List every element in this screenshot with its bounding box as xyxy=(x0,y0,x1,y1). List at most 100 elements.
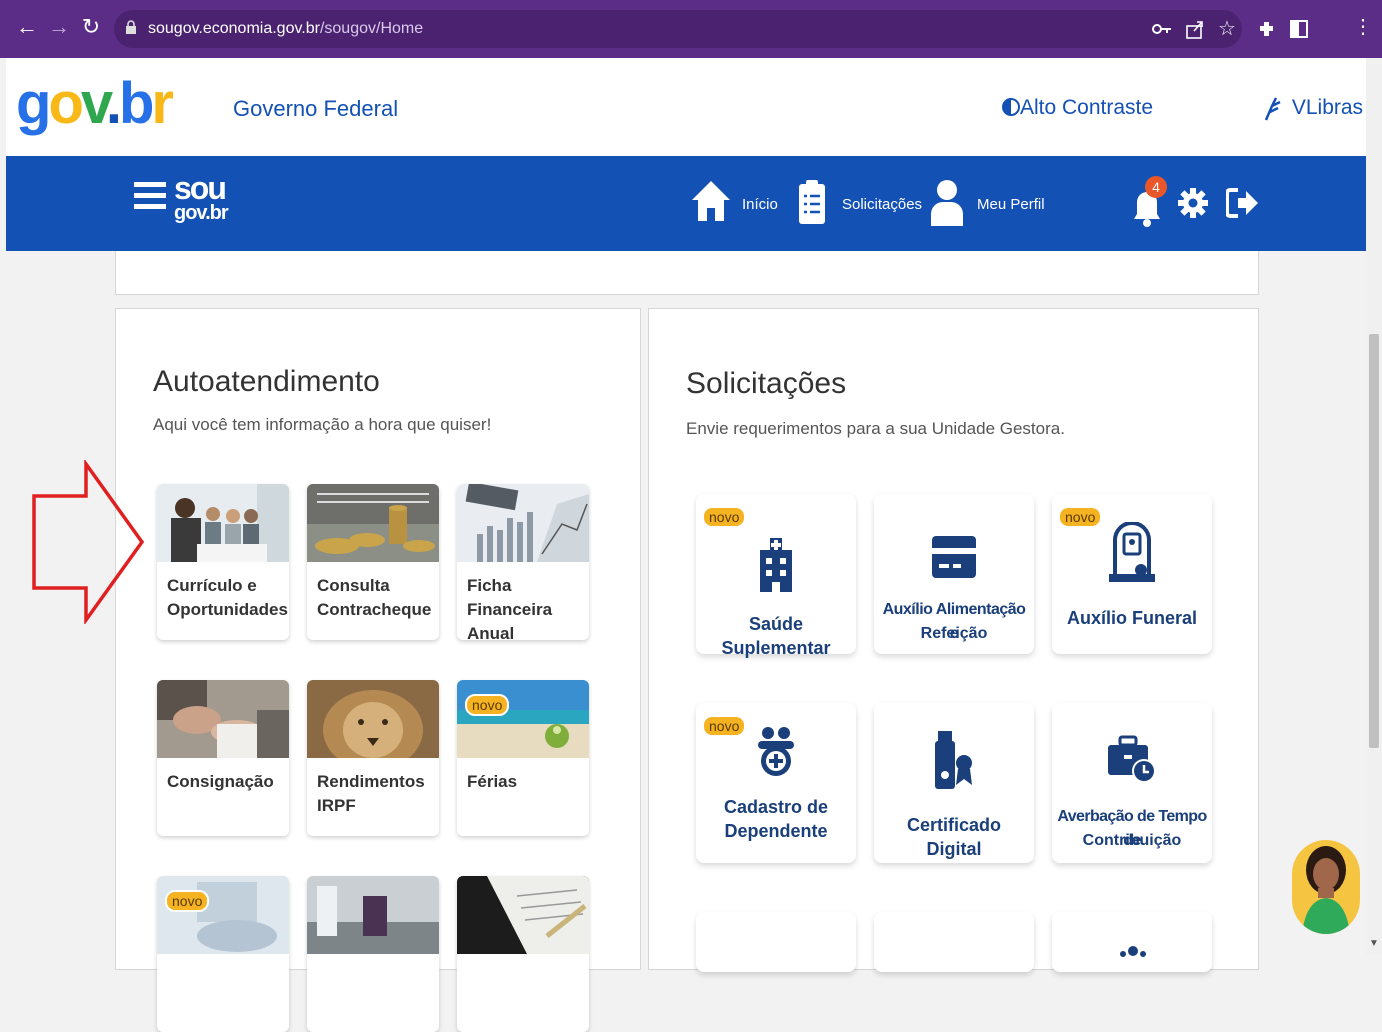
novo-badge: novo xyxy=(702,715,747,737)
tile-contracheque[interactable]: Consulta Contracheque xyxy=(307,484,439,640)
main-navbar: sou gov.br Início Solicitações Meu Perfi… xyxy=(6,156,1382,251)
hospital-icon xyxy=(760,538,792,592)
avatar-figure xyxy=(1302,846,1350,934)
briefcase-clock-icon xyxy=(1108,735,1156,783)
tile-rendimentos-irpf[interactable]: Rendimentos IRPF xyxy=(307,680,439,836)
card-auxilio-funeral[interactable]: novo Auxílio Funeral xyxy=(1052,494,1212,654)
card-label-line2: Contribuição xyxy=(1082,832,1182,849)
govbr-logo[interactable]: gov.br xyxy=(16,70,174,137)
autoatendimento-subtitle: Aqui você tem informação a hora que quis… xyxy=(153,415,492,434)
novo-badge: novo xyxy=(465,694,510,716)
home-icon[interactable] xyxy=(690,178,732,224)
card-icon xyxy=(932,536,976,578)
gear-icon[interactable] xyxy=(1178,188,1208,218)
card-label-line2: Dependente xyxy=(724,821,828,841)
curriculo-photo xyxy=(157,484,289,562)
tile-label-line2: Anual xyxy=(467,624,515,640)
clipboard-icon[interactable] xyxy=(798,178,826,226)
tile-label-line2: Oportunidades xyxy=(167,600,288,619)
url-host: sougov.economia.gov.br xyxy=(148,20,320,37)
sidepanel-icon[interactable] xyxy=(1288,18,1310,40)
tile-ferias[interactable]: novo Férias xyxy=(457,680,589,836)
address-bar[interactable]: sougov.economia.gov.br/sougov/Home xyxy=(114,10,1242,48)
vlibras-button[interactable]: VLibras xyxy=(1262,94,1363,122)
alto-contraste-label: Alto Contraste xyxy=(1020,96,1154,119)
browser-menu-icon[interactable]: ⋮ xyxy=(1350,14,1376,40)
nav-inicio[interactable]: Início xyxy=(742,196,778,213)
tile-consignacao[interactable]: Consignação xyxy=(157,680,289,836)
card-averbacao-tempo[interactable]: Averbação de Tempo de Contribuição xyxy=(1052,703,1212,863)
extensions-icon[interactable] xyxy=(1256,18,1278,40)
tile-label-line1: Consulta xyxy=(317,576,390,595)
alto-contraste-button[interactable]: Alto Contraste xyxy=(1002,96,1153,120)
nav-meu-perfil[interactable]: Meu Perfil xyxy=(977,196,1045,213)
dependent-icon xyxy=(758,727,794,776)
page: gov.br Governo Federal Alto Contraste VL… xyxy=(6,58,1382,1032)
back-icon[interactable]: ← xyxy=(14,14,40,40)
novo-badge: novo xyxy=(165,890,210,912)
browser-toolbar: ← → ↻ sougov.economia.gov.br/sougov/Home… xyxy=(0,0,1382,58)
card-label-line1: Cadastro de xyxy=(723,797,829,817)
lion-photo xyxy=(307,680,439,758)
tile-label-line1: Férias xyxy=(467,772,518,791)
handshake-photo xyxy=(157,680,289,758)
red-annotation-arrow xyxy=(32,460,145,624)
sougov-logo-bottom[interactable]: gov.br xyxy=(174,202,229,225)
group-icon xyxy=(1120,946,1146,957)
beach-photo xyxy=(457,680,589,758)
lock-icon xyxy=(126,20,136,34)
user-icon[interactable] xyxy=(930,178,964,226)
card-cadastro-dependente[interactable]: novo Cadastro de Dependente xyxy=(696,703,856,863)
tile-label-line1: Ficha Financeira xyxy=(467,576,553,619)
tile-document[interactable] xyxy=(457,876,589,1032)
tile-medical[interactable]: novo xyxy=(157,876,289,1032)
nav-solicitacoes[interactable]: Solicitações xyxy=(842,196,922,213)
office-photo xyxy=(307,876,439,954)
page-scrollbar[interactable]: ▼ xyxy=(1366,58,1382,955)
reload-icon[interactable]: ↻ xyxy=(78,14,104,40)
vlibras-label: VLibras xyxy=(1291,96,1364,119)
share-icon[interactable] xyxy=(1184,18,1206,40)
scrollbar-thumb[interactable] xyxy=(1369,334,1379,748)
card-saude-suplementar[interactable]: novo Saúde Suplementar xyxy=(696,494,856,658)
governo-federal-label[interactable]: Governo Federal xyxy=(233,96,398,122)
gov-header: gov.br Governo Federal Alto Contraste VL… xyxy=(6,58,1382,156)
top-card xyxy=(115,251,1259,295)
card-certificado-digital[interactable]: Certificado Digital xyxy=(874,703,1034,863)
bookmark-star-icon[interactable]: ☆ xyxy=(1214,16,1240,42)
card-label-line1: Certificado Digital xyxy=(906,815,1002,859)
autoatendimento-panel: Autoatendimento Aqui você tem informação… xyxy=(115,308,641,1032)
scroll-down-icon[interactable]: ▼ xyxy=(1369,938,1379,949)
vlibras-avatar[interactable] xyxy=(1292,840,1360,934)
sign-language-icon xyxy=(1264,97,1281,121)
tile-label-line2: IRPF xyxy=(317,796,356,815)
coins-photo xyxy=(307,484,439,562)
card-auxilio-alimentacao[interactable]: Auxílio Alimentação e Refeição xyxy=(874,494,1034,654)
medical-photo xyxy=(157,876,289,954)
tile-label-line2: Contracheque xyxy=(317,600,432,619)
certificate-icon xyxy=(935,731,972,789)
solicitacoes-title: Solicitações xyxy=(686,367,847,400)
funeral-icon xyxy=(1109,522,1155,582)
novo-badge: novo xyxy=(1058,506,1103,528)
card-label-line1: Saúde Suplementar xyxy=(721,614,831,658)
signing-photo xyxy=(457,876,589,954)
solicitacoes-subtitle: Envie requerimentos para a sua Unidade G… xyxy=(686,419,1065,438)
card-label-line1: Auxílio Funeral xyxy=(1066,608,1198,628)
card-partial-1[interactable] xyxy=(696,912,856,972)
card-label-line2: Refeição xyxy=(920,625,988,642)
hamburger-menu-icon[interactable] xyxy=(134,178,166,214)
key-icon[interactable] xyxy=(1151,18,1173,40)
tile-office[interactable] xyxy=(307,876,439,1032)
tile-label-line1: Consignação xyxy=(167,772,274,791)
tile-ficha-financeira[interactable]: Ficha Financeira Anual xyxy=(457,484,589,640)
solicitacoes-panel: Solicitações Envie requerimentos para a … xyxy=(648,308,1259,972)
tile-label-line1: Currículo e xyxy=(167,576,257,595)
card-partial-3[interactable] xyxy=(1052,912,1212,972)
tile-curriculo[interactable]: Currículo e Oportunidades xyxy=(157,484,289,640)
logout-icon[interactable] xyxy=(1226,188,1260,218)
notification-badge: 4 xyxy=(1145,176,1167,198)
forward-icon[interactable]: → xyxy=(46,14,72,40)
card-partial-2[interactable] xyxy=(874,912,1034,972)
novo-badge: novo xyxy=(702,506,747,528)
